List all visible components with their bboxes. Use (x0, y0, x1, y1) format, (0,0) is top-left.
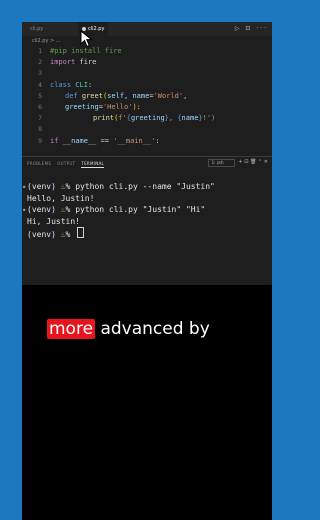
class-name: CLI (71, 80, 88, 89)
param: name (181, 114, 199, 123)
terminal-line: Hi, Justin! (27, 216, 215, 228)
string: '__main__' (113, 136, 156, 145)
code-line: 5 def greet(self, name='World', (22, 91, 272, 102)
line-number: 1 (38, 47, 42, 55)
editor-tab-bar: cli.py cli2.py ▷ ⊡ ··· (22, 22, 272, 36)
text-cursor (77, 227, 85, 238)
breadcrumb[interactable]: cli2.py > ... (32, 38, 61, 44)
terminal-output[interactable]: ● (venv) ♨% python cli.py --name "Justin"… (23, 181, 215, 239)
mouse-pointer-icon (80, 30, 93, 48)
caption-highlight: more (47, 319, 96, 339)
panel-tabs: PROBLEMS OUTPUT TERMINAL (27, 161, 110, 168)
terminal-line: (venv) ♨% (27, 227, 215, 239)
command: python cli.py --name "Justin" (75, 182, 215, 191)
tab-label: cli.py (30, 26, 44, 32)
param: greeting (65, 102, 99, 111)
string: 'Hello' (102, 102, 133, 111)
tab-problems[interactable]: PROBLEMS (27, 161, 51, 166)
punct: : (87, 80, 93, 89)
module: fire (75, 58, 97, 67)
string: !') (202, 114, 216, 123)
prompt-symbol: % (65, 230, 76, 239)
line-number: 2 (38, 58, 42, 67)
param: greeting (130, 114, 165, 123)
terminal-line: ● (venv) ♨% python cli.py --name "Justin" (23, 181, 215, 193)
code-line: 7 print(f'{greeting}, {name}!') (22, 113, 272, 124)
punct: : (155, 136, 160, 145)
function-name: print (93, 114, 115, 123)
tab-terminal[interactable]: TERMINAL (81, 161, 105, 168)
prompt-env: (venv) (27, 205, 61, 214)
keyword: class (50, 80, 72, 89)
line-number: 4 (38, 80, 42, 89)
caption-text: advanced by (95, 319, 210, 339)
line-number: 9 (38, 136, 42, 145)
string: f' (118, 114, 127, 123)
punct: ): (132, 102, 141, 111)
param: name (132, 91, 150, 100)
prompt-env: (venv) (27, 230, 61, 239)
function-name: greet (77, 91, 103, 100)
command-output: Hi, Justin! (27, 216, 80, 226)
punct: , (183, 91, 188, 100)
code-line: 8 (22, 124, 272, 135)
code-line: 2 import fire (22, 57, 272, 68)
code-line: 4 class CLI: (22, 80, 272, 91)
line-number: 7 (38, 114, 42, 123)
code-line: 1 #pip install fire (22, 46, 272, 57)
tab-cli-py[interactable]: cli.py (26, 22, 47, 36)
code-editor: cli.py cli2.py ▷ ⊡ ··· cli2.py > ... 1 #p… (22, 22, 272, 285)
param: self (107, 91, 125, 100)
punct: == (96, 136, 114, 145)
code-line: 9 if __name__ == '__main__': (22, 136, 272, 147)
line-number: 5 (38, 91, 42, 100)
video-frame: cli.py cli2.py ▷ ⊡ ··· cli2.py > ... 1 #p… (22, 22, 272, 520)
variable: __name__ (58, 136, 97, 145)
video-caption: more advanced by (47, 318, 210, 340)
command-output: Hello, Justin! (27, 193, 95, 203)
terminal-line: Hello, Justin! (27, 193, 215, 205)
command: python cli.py "Justin" "Hi" (75, 205, 206, 214)
code-line: 3 (22, 68, 272, 79)
panel-action-icons[interactable]: + ⊡ 🗑 ⌃ ✕ (239, 159, 268, 165)
tab-output[interactable]: OUTPUT (57, 161, 75, 166)
panel-controls: 1: zsh + ⊡ 🗑 ⌃ ✕ (204, 159, 268, 167)
comment: #pip install fire (50, 47, 122, 55)
prompt-marker-icon: ● (23, 207, 26, 212)
string: 'World' (153, 91, 184, 100)
line-number: 6 (38, 102, 42, 111)
editor-actions[interactable]: ▷ ⊡ ··· (235, 22, 268, 36)
terminal-line: ● (venv) ♨% python cli.py "Justin" "Hi" (23, 204, 215, 216)
keyword: def (65, 91, 78, 100)
prompt-env: (venv) (27, 182, 61, 191)
line-number: 3 (38, 69, 42, 78)
code-area[interactable]: 1 #pip install fire 2 import fire 3 4 class… (22, 46, 272, 147)
prompt-symbol: % (65, 182, 76, 191)
code-line: 6 greeting='Hello'): (22, 102, 272, 113)
shell-select[interactable]: 1: zsh (207, 159, 235, 167)
keyword: import (50, 58, 76, 67)
terminal-panel: PROBLEMS OUTPUT TERMINAL 1: zsh + ⊡ 🗑 ⌃ ✕ ●… (22, 156, 272, 285)
prompt-marker-icon: ● (23, 184, 26, 189)
line-number: 8 (38, 125, 42, 134)
prompt-symbol: % (65, 205, 76, 214)
